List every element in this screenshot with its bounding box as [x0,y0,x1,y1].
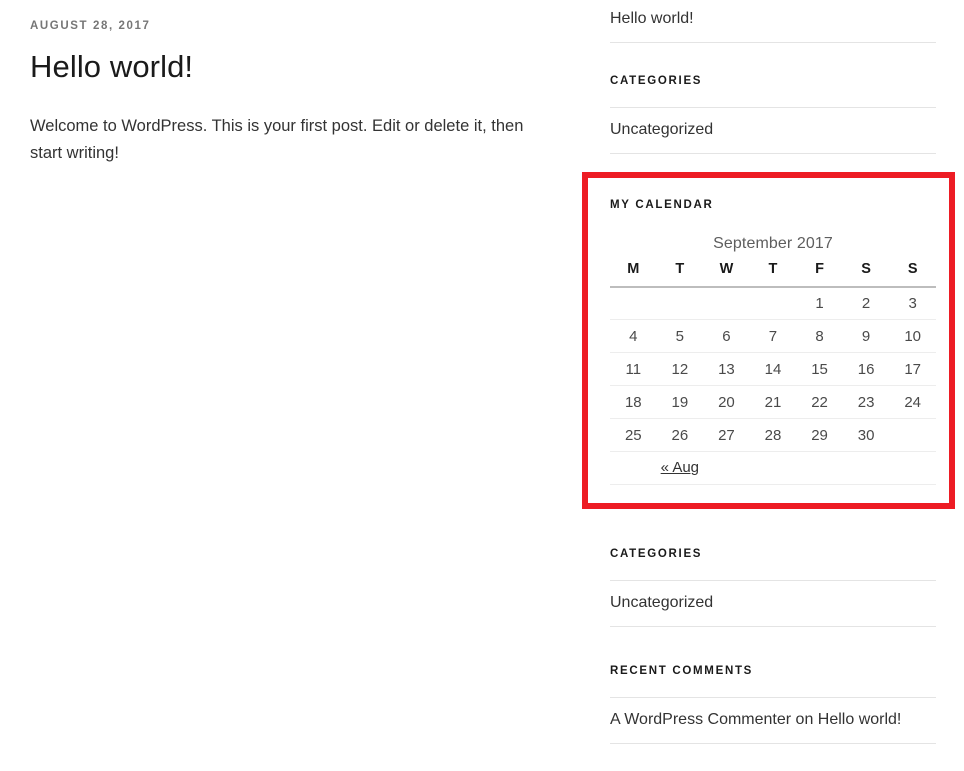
recent-comments-list: A WordPress Commenter on Hello world! [610,696,936,744]
calendar-day-cell: 12 [656,352,704,387]
calendar-weekday-fri: F [796,259,843,288]
widget-title-categories-bottom: CATEGORIES [610,548,703,560]
calendar-day-cell: 20 [703,385,750,420]
calendar-day-cell: 19 [656,385,704,420]
calendar-weekday-mon: M [610,259,657,288]
calendar-day-cell: 25 [610,418,657,453]
widget-categories-top: CATEGORIES Uncategorized [610,74,936,154]
calendar-day-cell [889,418,936,453]
recent-comment-entry: A WordPress Commenter on Hello world! [610,698,936,743]
calendar-day-cell: 7 [749,319,797,354]
calendar-day-cell: 15 [796,352,843,387]
page-root: AUGUST 28, 2017 Hello world! Welcome to … [0,0,964,771]
calendar-nav-row: « Aug [610,451,936,486]
calendar-day-cell: 29 [796,418,843,453]
calendar-day-cell: 17 [889,352,936,387]
recent-comment-author-link[interactable]: A WordPress Commenter [610,711,791,728]
calendar-day-cell: 26 [656,418,704,453]
categories-bottom-list: Uncategorized [610,579,936,627]
calendar-day-cell: 8 [796,319,843,354]
calendar-day-cell: 1 [796,286,843,321]
calendar-weekday-thu: T [749,259,797,288]
post-body-text: Welcome to WordPress. This is your first… [30,116,524,162]
calendar-weekday-sun: S [889,259,936,288]
calendar-next-month-cell[interactable] [796,451,936,486]
calendar-prev-month-cell[interactable]: « Aug [610,451,750,486]
category-link-uncategorized-bottom[interactable]: Uncategorized [610,581,936,626]
calendar-prev-month-link[interactable]: « Aug [661,459,699,476]
post-article: AUGUST 28, 2017 Hello world! Welcome to … [30,0,550,167]
calendar-week-row: 11 12 13 14 15 16 17 [610,352,936,387]
calendar-week-row: 1 2 3 [610,286,936,321]
calendar-week-row: 18 19 20 21 22 23 24 [610,385,936,420]
calendar-day-cell [656,286,704,321]
widget-title-categories-top: CATEGORIES [610,75,703,87]
calendar-day-cell: 28 [749,418,797,453]
category-link-uncategorized-top[interactable]: Uncategorized [610,108,936,153]
calendar-table: September 2017 M T W T F S S 1 2 3 4 5 6… [610,235,936,486]
calendar-highlight-box: MY CALENDAR September 2017 M T W T F S S [582,172,955,509]
calendar-day-cell: 6 [703,319,750,354]
page-title: Hello world! [30,48,194,84]
calendar-day-cell: 18 [610,385,657,420]
calendar-nav-spacer [749,451,797,486]
calendar-day-cell: 11 [610,352,657,387]
recent-posts-list: Hello world! [610,0,936,43]
calendar-day-cell: 21 [749,385,797,420]
calendar-day-cell: 27 [703,418,750,453]
recent-post-link-hello-world[interactable]: Hello world! [610,0,936,42]
calendar-day-cell: 10 [889,319,936,354]
widget-recent-comments: RECENT COMMENTS A WordPress Commenter on… [610,664,936,744]
calendar-weekday-tue: T [656,259,704,288]
calendar-day-cell [610,286,657,321]
list-item[interactable]: A WordPress Commenter on Hello world! [610,698,936,744]
widget-title-recent-comments: RECENT COMMENTS [610,665,754,677]
calendar-day-cell [703,286,750,321]
calendar-day-cell: 14 [749,352,797,387]
widget-title-my-calendar: MY CALENDAR [610,199,714,211]
calendar-day-cell [749,286,797,321]
calendar-weekday-sat: S [842,259,890,288]
calendar-day-cell: 30 [842,418,890,453]
calendar-day-cell: 2 [842,286,890,321]
list-item[interactable]: Uncategorized [610,108,936,154]
calendar-day-cell: 5 [656,319,704,354]
calendar-weekday-header-row: M T W T F S S [610,259,936,288]
widget-recent-posts: Hello world! [610,0,936,43]
widget-my-calendar: MY CALENDAR September 2017 M T W T F S S [610,198,936,486]
calendar-day-cell: 24 [889,385,936,420]
categories-top-list: Uncategorized [610,106,936,154]
calendar-day-cell: 23 [842,385,890,420]
list-item[interactable]: Uncategorized [610,581,936,627]
calendar-day-cell: 4 [610,319,657,354]
calendar-day-cell: 22 [796,385,843,420]
calendar-day-cell: 13 [703,352,750,387]
calendar-day-cell: 3 [889,286,936,321]
calendar-day-cell: 16 [842,352,890,387]
list-item[interactable]: Hello world! [610,0,936,43]
calendar-weekday-wed: W [703,259,750,288]
recent-comment-post-link[interactable]: Hello world! [818,711,902,728]
calendar-week-row: 25 26 27 28 29 30 [610,418,936,453]
widget-categories-bottom: CATEGORIES Uncategorized [610,547,936,627]
calendar-day-cell: 9 [842,319,890,354]
calendar-caption: September 2017 [713,234,833,252]
recent-comment-connector: on [791,710,818,728]
post-date: AUGUST 28, 2017 [30,20,151,32]
calendar-week-row: 4 5 6 7 8 9 10 [610,319,936,354]
